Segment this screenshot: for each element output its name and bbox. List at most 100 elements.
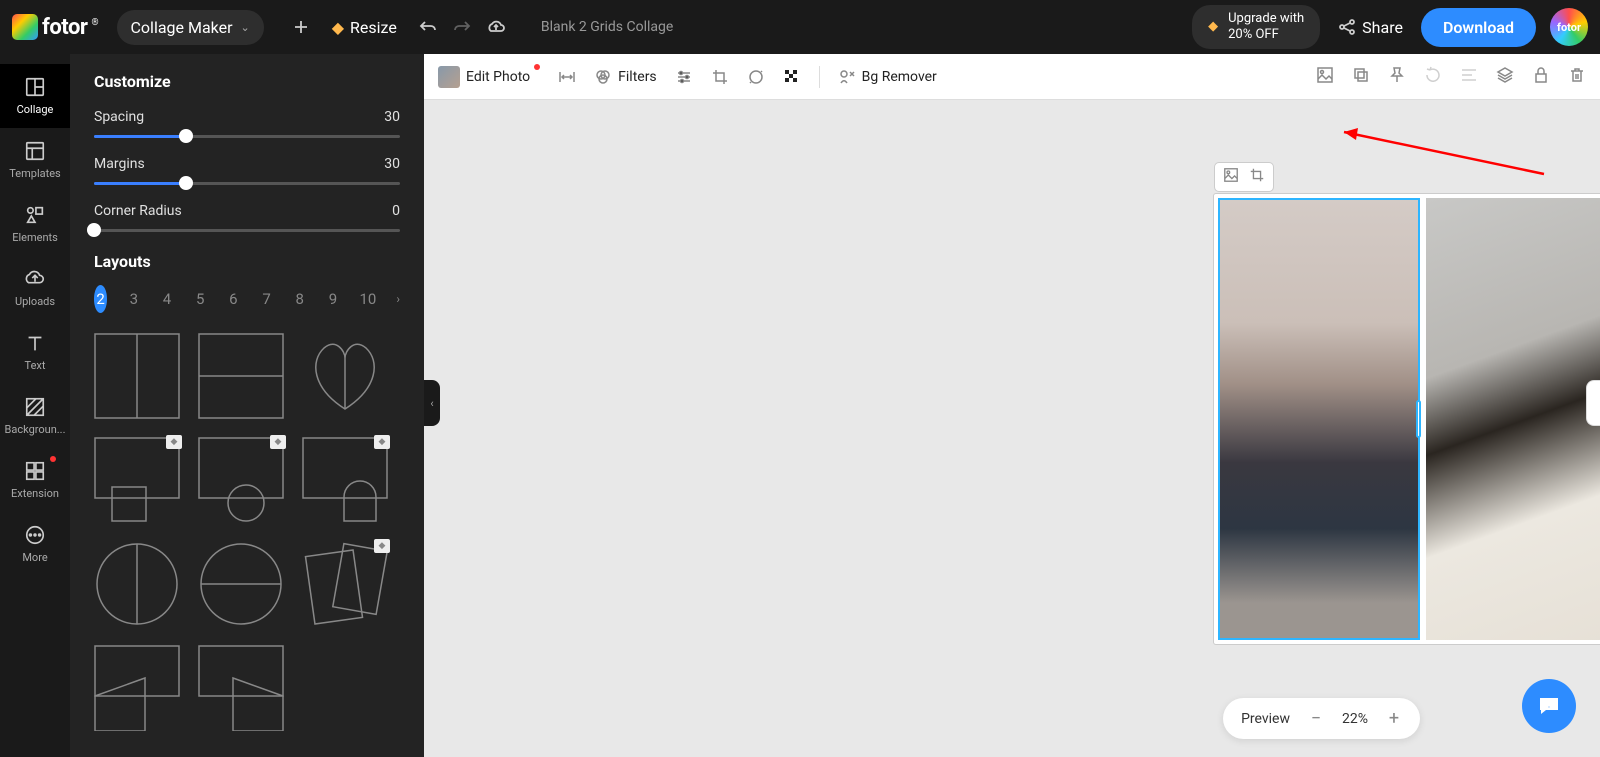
rail-uploads[interactable]: Uploads [0,256,70,320]
delete-button[interactable] [1568,66,1586,88]
layout-count-8[interactable]: 8 [293,285,306,313]
preview-button[interactable]: Preview [1241,711,1290,727]
registered-mark: ® [91,18,98,28]
radius-value: 0 [392,203,400,219]
rail-label: Backgroun... [5,423,66,436]
margins-value: 30 [384,156,400,172]
layouts-title: Layouts [94,252,400,271]
logo[interactable]: fotor ® [12,14,99,40]
layout-option[interactable] [198,645,284,731]
left-rail: Collage Templates Elements Uploads Text … [0,54,70,757]
undo-button[interactable] [411,18,445,36]
edit-photo-button[interactable]: Edit Photo [438,66,540,88]
chevron-right-icon[interactable]: › [396,292,400,306]
layout-count-7[interactable]: 7 [260,285,273,313]
layout-option[interactable]: ◆ [302,437,388,523]
layout-option[interactable] [198,541,284,627]
resize-label: Resize [350,18,397,37]
edit-photo-label: Edit Photo [466,69,530,85]
collage-canvas[interactable] [1214,194,1600,644]
crop-icon[interactable] [1249,167,1265,187]
rail-background[interactable]: Backgroun... [0,384,70,448]
margins-label: Margins [94,156,145,172]
layout-option[interactable]: ◆ [198,437,284,523]
add-button[interactable] [284,19,318,35]
layout-option[interactable]: ◆ [94,437,180,523]
layout-count-4[interactable]: 4 [160,285,173,313]
download-button[interactable]: Download [1421,8,1536,47]
rail-more[interactable]: More [0,512,70,576]
upgrade-button[interactable]: ◆ Upgrade with 20% OFF [1192,5,1320,48]
radius-slider[interactable] [94,229,400,232]
spacing-slider[interactable] [94,135,400,138]
image-float-toolbar [1214,162,1274,192]
rail-elements[interactable]: Elements [0,192,70,256]
layout-option[interactable] [302,333,388,419]
separator [819,66,820,88]
premium-badge: ◆ [374,435,390,449]
replace-image-button[interactable] [1316,66,1334,88]
layout-option[interactable] [198,333,284,419]
zoom-control: Preview − 22% + [1223,698,1420,739]
layout-count-row: 2 3 4 5 6 7 8 9 10 › [94,285,400,313]
replace-icon[interactable] [1223,167,1239,187]
pin-button[interactable] [1388,66,1406,88]
layout-option[interactable] [94,333,180,419]
layout-count-9[interactable]: 9 [326,285,339,313]
layout-count-2[interactable]: 2 [94,285,107,313]
zoom-in-button[interactable]: + [1386,708,1402,729]
opacity-button[interactable] [783,68,801,86]
adjust-button[interactable] [675,68,693,86]
bg-remover-button[interactable]: Bg Remover [838,68,937,86]
rail-collage[interactable]: Collage [0,64,70,128]
shape-crop-button[interactable] [747,68,765,86]
annotation-arrow [1334,114,1554,184]
layout-count-5[interactable]: 5 [194,285,207,313]
radius-label: Corner Radius [94,203,182,219]
mode-selector[interactable]: Collage Maker ⌄ [117,10,264,45]
bg-remover-label: Bg Remover [862,69,937,85]
cloud-sync-button[interactable] [479,18,513,36]
filters-button[interactable]: Filters [594,68,657,86]
photo-thumbnail [438,66,460,88]
align-button[interactable] [1460,66,1478,88]
zoom-out-button[interactable]: − [1308,708,1324,729]
lock-button[interactable] [1532,66,1550,88]
premium-badge: ◆ [270,435,286,449]
layout-option[interactable] [94,541,180,627]
premium-badge: ◆ [166,435,182,449]
rail-label: Templates [9,167,60,180]
collage-cell-right[interactable] [1426,198,1600,640]
crop-button[interactable] [711,68,729,86]
resize-button[interactable]: ◆ Resize [332,18,397,37]
chat-fab[interactable] [1522,679,1576,733]
user-avatar[interactable]: fotor [1550,8,1588,46]
expand-right-panel-button[interactable] [1586,380,1600,426]
collapse-panel-button[interactable]: ‹ [424,380,440,426]
spacing-label: Spacing [94,109,144,125]
fit-width-button[interactable] [558,68,576,86]
collage-cell-left[interactable] [1218,198,1420,640]
premium-badge: ◆ [374,539,390,553]
layout-option[interactable] [94,645,180,731]
share-label: Share [1362,18,1403,37]
rail-extension[interactable]: Extension [0,448,70,512]
layers-button[interactable] [1496,66,1514,88]
redo-button[interactable] [445,18,479,36]
redo-button[interactable] [1424,66,1442,88]
rail-text[interactable]: Text [0,320,70,384]
notification-dot [534,64,540,70]
duplicate-button[interactable] [1352,66,1370,88]
layout-option[interactable]: ◆ [302,541,388,627]
layout-count-10[interactable]: 10 [360,285,377,313]
margins-slider[interactable] [94,182,400,185]
canvas-area: Edit Photo Filters Bg Remover [424,54,1600,757]
document-title-input[interactable] [541,19,719,35]
layout-count-6[interactable]: 6 [227,285,240,313]
logo-icon [12,14,38,40]
share-button[interactable]: Share [1338,18,1403,37]
rail-label: Elements [12,231,58,244]
resize-handle[interactable] [1416,400,1421,438]
rail-templates[interactable]: Templates [0,128,70,192]
layout-count-3[interactable]: 3 [127,285,140,313]
